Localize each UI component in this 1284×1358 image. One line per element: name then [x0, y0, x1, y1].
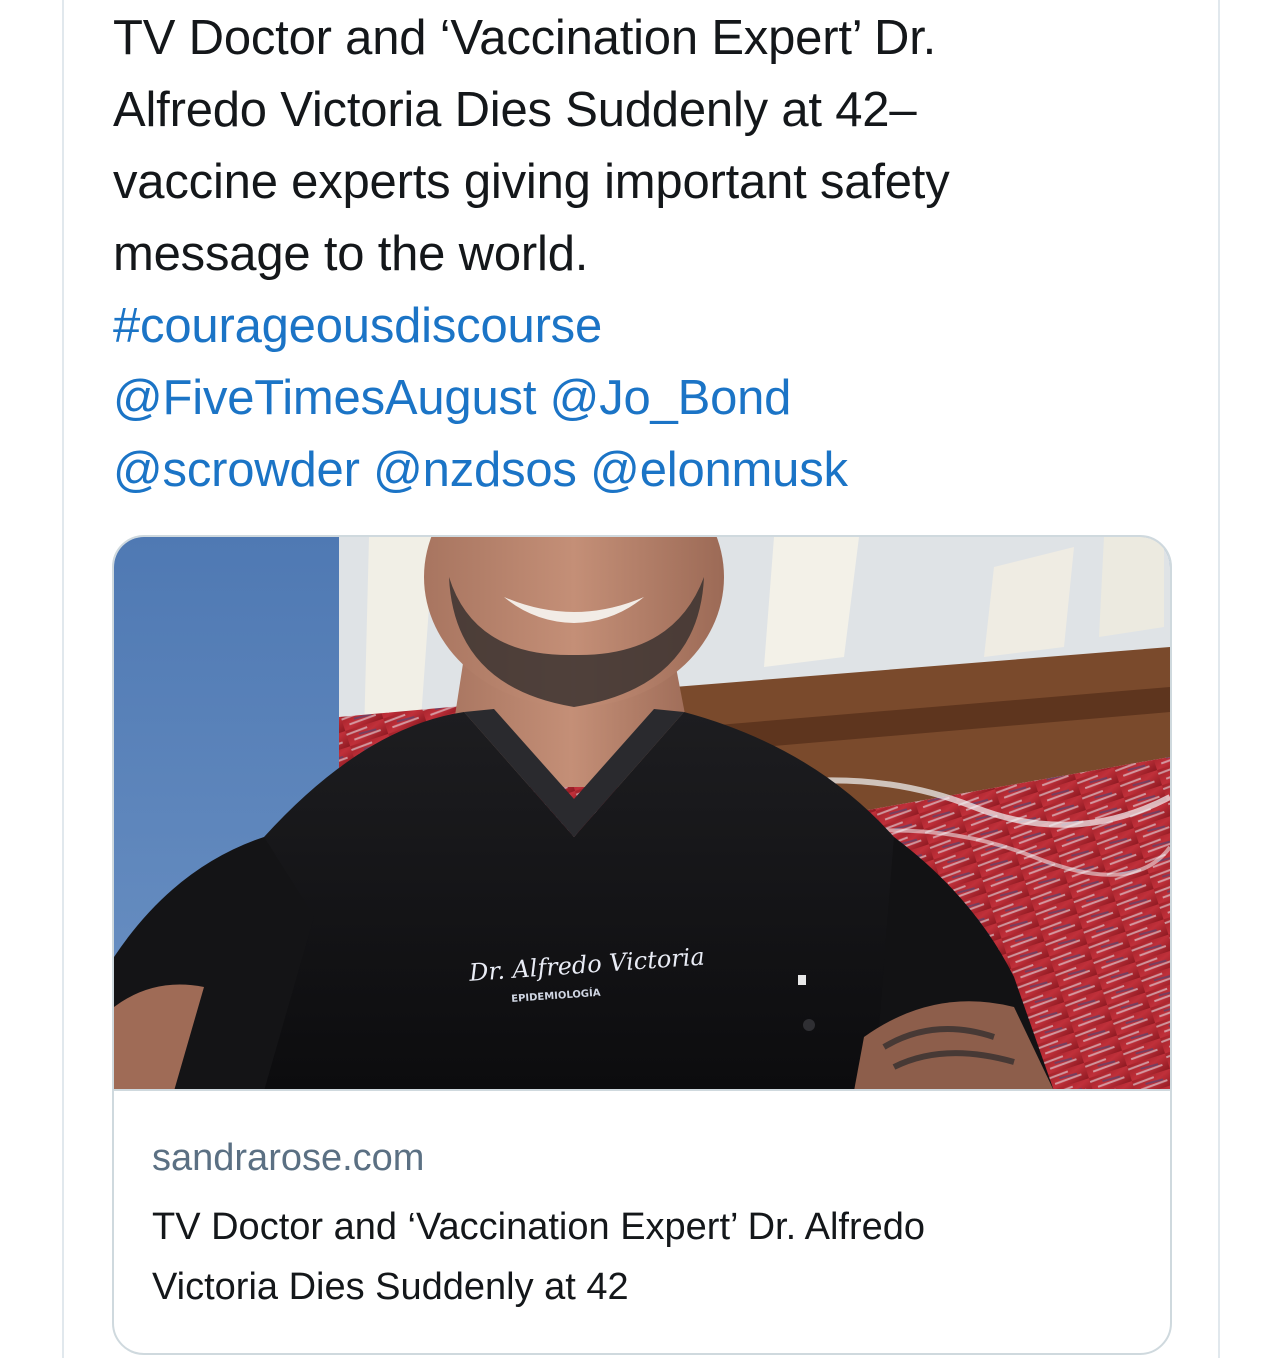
tweet-text-line: vaccine experts giving important safety — [113, 155, 950, 209]
mention-link[interactable]: @elonmusk — [590, 443, 848, 497]
tweet-text-line: TV Doctor and ‘Vaccination Expert’ Dr. — [113, 11, 937, 65]
link-preview-card[interactable]: Dr. Alfredo Victoria EPIDEMIOLOGÍA sandr… — [112, 535, 1172, 1355]
tweet-text-line: message to the world. — [113, 227, 589, 281]
mention-link[interactable]: @nzdsos — [373, 443, 577, 497]
link-preview-image[interactable]: Dr. Alfredo Victoria EPIDEMIOLOGÍA — [114, 537, 1170, 1091]
hashtag-link[interactable]: #courageousdiscourse — [113, 299, 602, 353]
tweet-text-line: Alfredo Victoria Dies Suddenly at 42– — [113, 83, 917, 137]
mention-link[interactable]: @Jo_Bond — [550, 371, 792, 425]
link-domain: sandrarose.com — [152, 1137, 425, 1179]
mention-link[interactable]: @FiveTimesAugust — [113, 371, 536, 425]
tweet-text: TV Doctor and ‘Vaccination Expert’ Dr. A… — [113, 2, 1173, 506]
link-title-line: Victoria Dies Suddenly at 42 — [152, 1266, 629, 1308]
link-title-line: TV Doctor and ‘Vaccination Expert’ Dr. A… — [152, 1206, 926, 1248]
mention-link[interactable]: @scrowder — [113, 443, 360, 497]
link-title: TV Doctor and ‘Vaccination Expert’ Dr. A… — [152, 1197, 1152, 1317]
